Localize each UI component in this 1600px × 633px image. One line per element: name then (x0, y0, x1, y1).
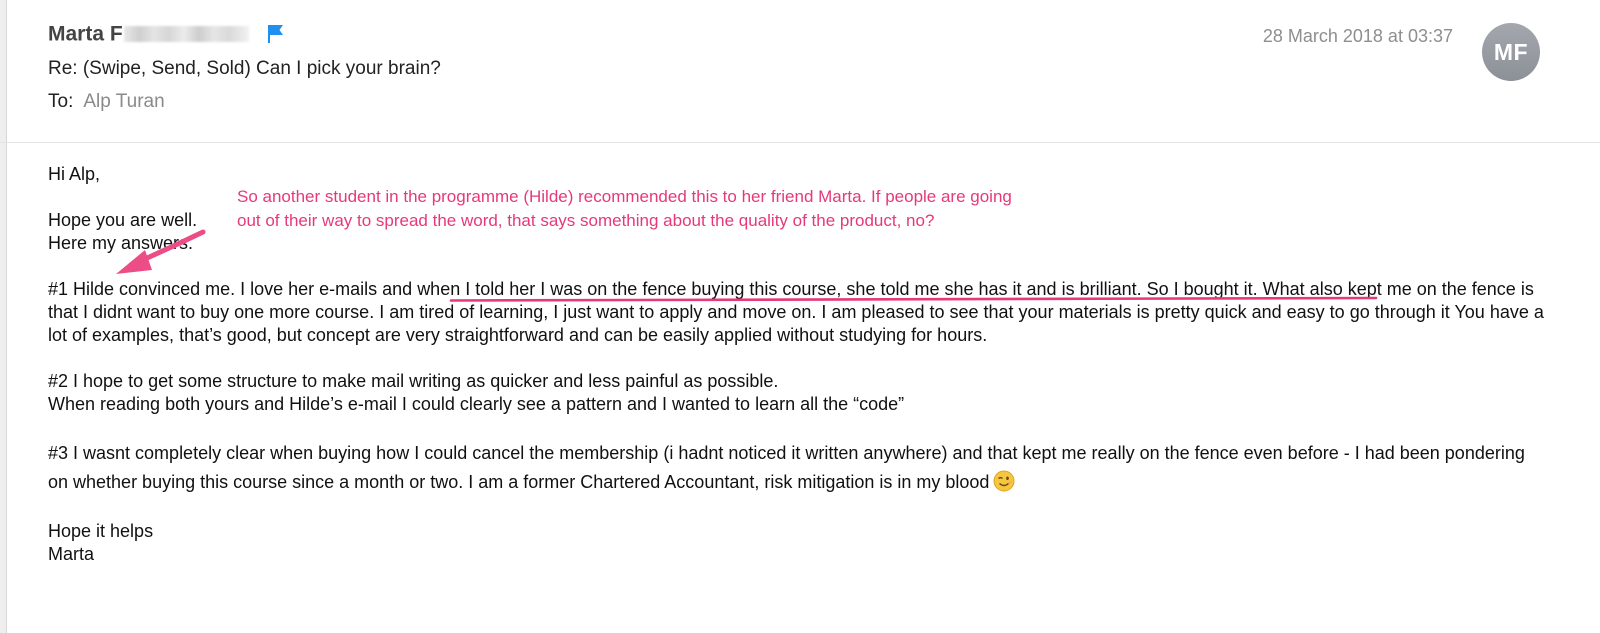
sender-name[interactable]: Marta F (48, 22, 123, 45)
email-header: Marta F Re: (Swipe, Send, Sold) Can I pi… (0, 0, 1600, 143)
answer-1-intro: #1 Hilde convinced me. I love her e-mail… (48, 279, 418, 299)
highlighted-quote: when I told her I was on the fence buyin… (417, 279, 1258, 299)
email-viewer: Marta F Re: (Swipe, Send, Sold) Can I pi… (0, 0, 1600, 633)
answer-2-line-2: When reading both yours and Hilde’s e-ma… (48, 394, 905, 414)
answer-2-line-1: #2 I hope to get some structure to make … (48, 371, 779, 391)
email-subject: Re: (Swipe, Send, Sold) Can I pick your … (48, 58, 441, 79)
sign-off: Hope it helps (48, 521, 154, 541)
recipient-name[interactable]: Alp Turan (83, 91, 164, 112)
annotation-note: So another student in the programme (Hil… (237, 185, 1012, 233)
to-label: To: (48, 91, 74, 112)
redacted-surname (123, 26, 249, 43)
email-date: 28 March 2018 at 03:37 (1262, 26, 1453, 46)
signature: Marta (48, 544, 95, 564)
answer-1: #1 Hilde convinced me. I love her e-mail… (48, 278, 1548, 347)
sender[interactable]: Marta F (48, 22, 285, 46)
answer-3-text: #3 I wasnt completely clear when buying … (48, 443, 1525, 492)
annotation-line-2: out of their way to spread the word, tha… (237, 211, 935, 230)
recipient-row: To: Alp Turan (48, 91, 165, 113)
flag-icon[interactable] (267, 24, 285, 44)
annotation-line-1: So another student in the programme (Hil… (237, 187, 1012, 206)
answer-3: #3 I wasnt completely clear when buying … (48, 439, 1548, 497)
body-line-answers: Here my answers. (48, 233, 194, 253)
winking-face-icon (993, 470, 1015, 492)
sender-avatar[interactable]: MF (1482, 23, 1540, 81)
greeting: Hi Alp, (48, 164, 101, 184)
